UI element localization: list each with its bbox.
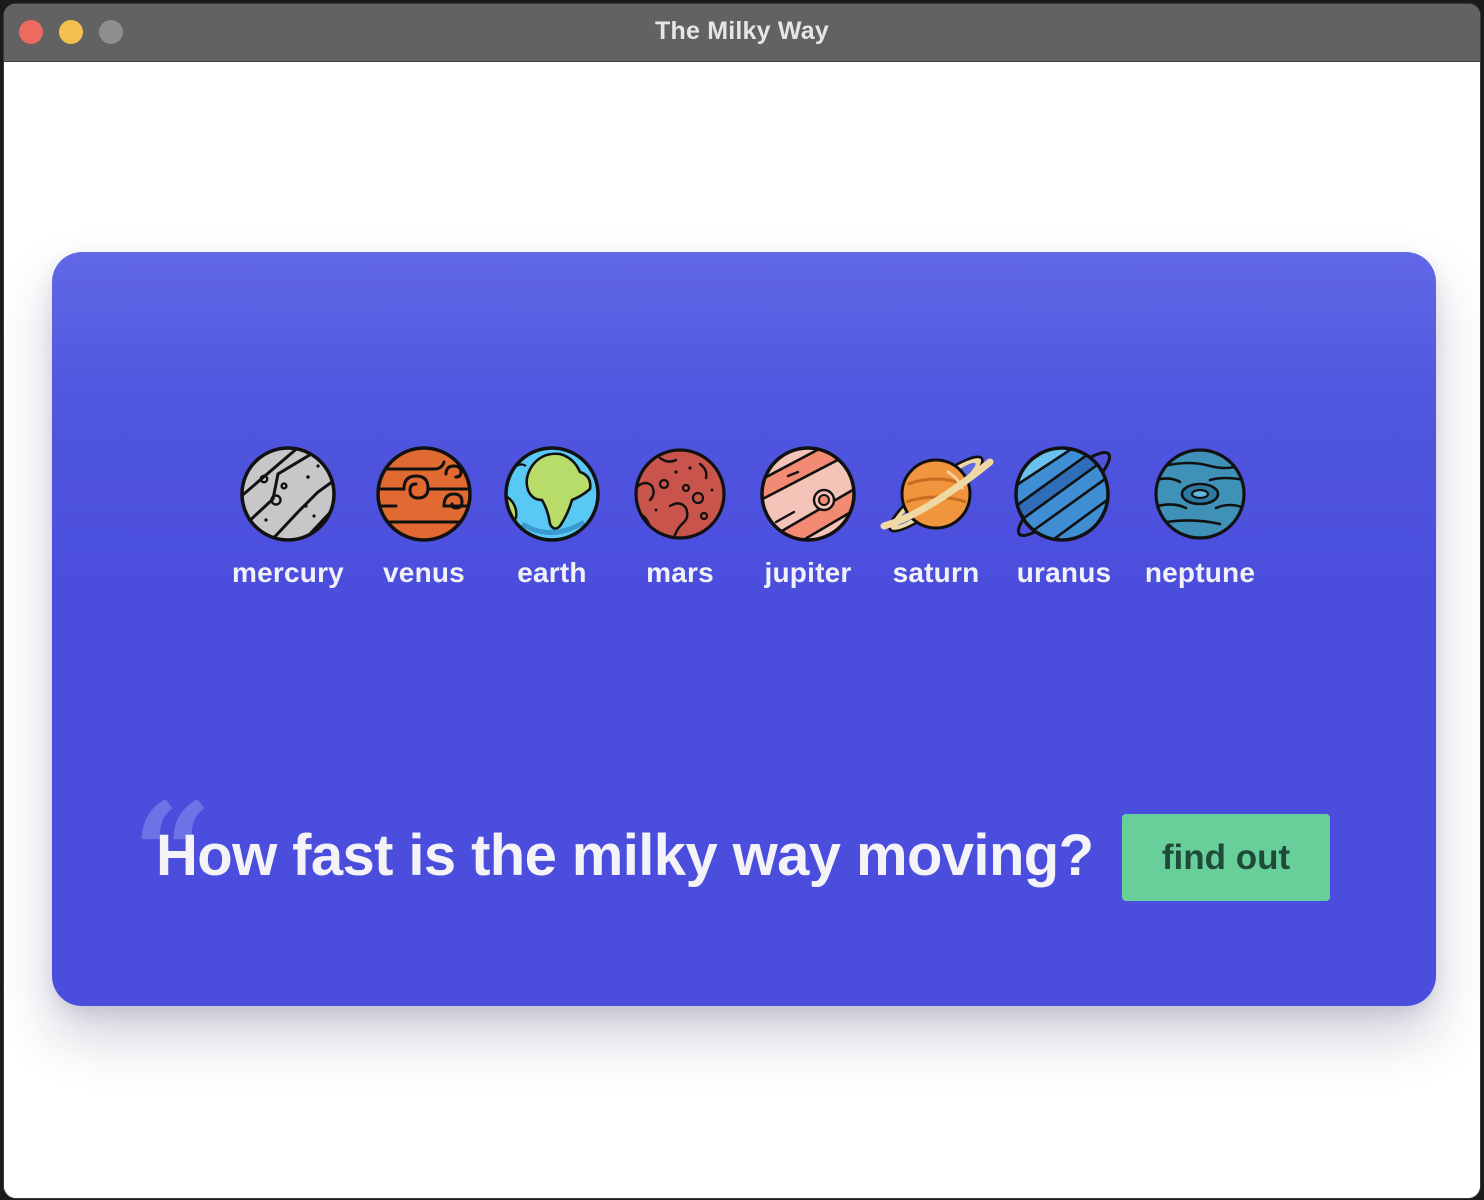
planet-mercury[interactable]: mercury	[218, 444, 358, 604]
planet-label-mars: mars	[646, 557, 714, 588]
planet-label-saturn: saturn	[892, 557, 980, 588]
saturn-icon	[880, 455, 994, 533]
planet-label-earth: earth	[517, 557, 587, 588]
milky-way-card: mercury venus earth mars jupiter saturn …	[52, 252, 1436, 1006]
earth-icon	[504, 446, 600, 542]
uranus-icon	[1014, 446, 1112, 542]
planet-label-mercury: mercury	[232, 557, 344, 588]
planet-saturn[interactable]: saturn	[866, 444, 1006, 604]
planet-uranus[interactable]: uranus	[994, 444, 1134, 604]
title-bar: The Milky Way	[4, 4, 1480, 62]
window-title: The Milky Way	[655, 17, 829, 45]
app-window: The Milky Way mercury venus earth mars j…	[4, 4, 1480, 1198]
planet-label-venus: venus	[383, 557, 465, 588]
neptune-icon	[1154, 448, 1246, 540]
planet-mars[interactable]: mars	[610, 444, 750, 604]
planet-earth[interactable]: earth	[482, 444, 622, 604]
planet-neptune[interactable]: neptune	[1130, 444, 1270, 604]
main-content: mercury venus earth mars jupiter saturn …	[4, 62, 1480, 1198]
planet-label-uranus: uranus	[1016, 557, 1112, 588]
mercury-icon	[240, 446, 336, 542]
planet-label-neptune: neptune	[1144, 557, 1256, 588]
planet-venus[interactable]: venus	[354, 444, 494, 604]
planet-jupiter[interactable]: jupiter	[738, 444, 878, 604]
hero-question: How fast is the milky way moving?	[156, 823, 1094, 888]
venus-icon	[376, 446, 472, 542]
mars-icon	[634, 448, 726, 540]
jupiter-icon	[760, 446, 856, 542]
planet-label-jupiter: jupiter	[764, 557, 852, 588]
find-out-button[interactable]: find out	[1122, 814, 1330, 901]
